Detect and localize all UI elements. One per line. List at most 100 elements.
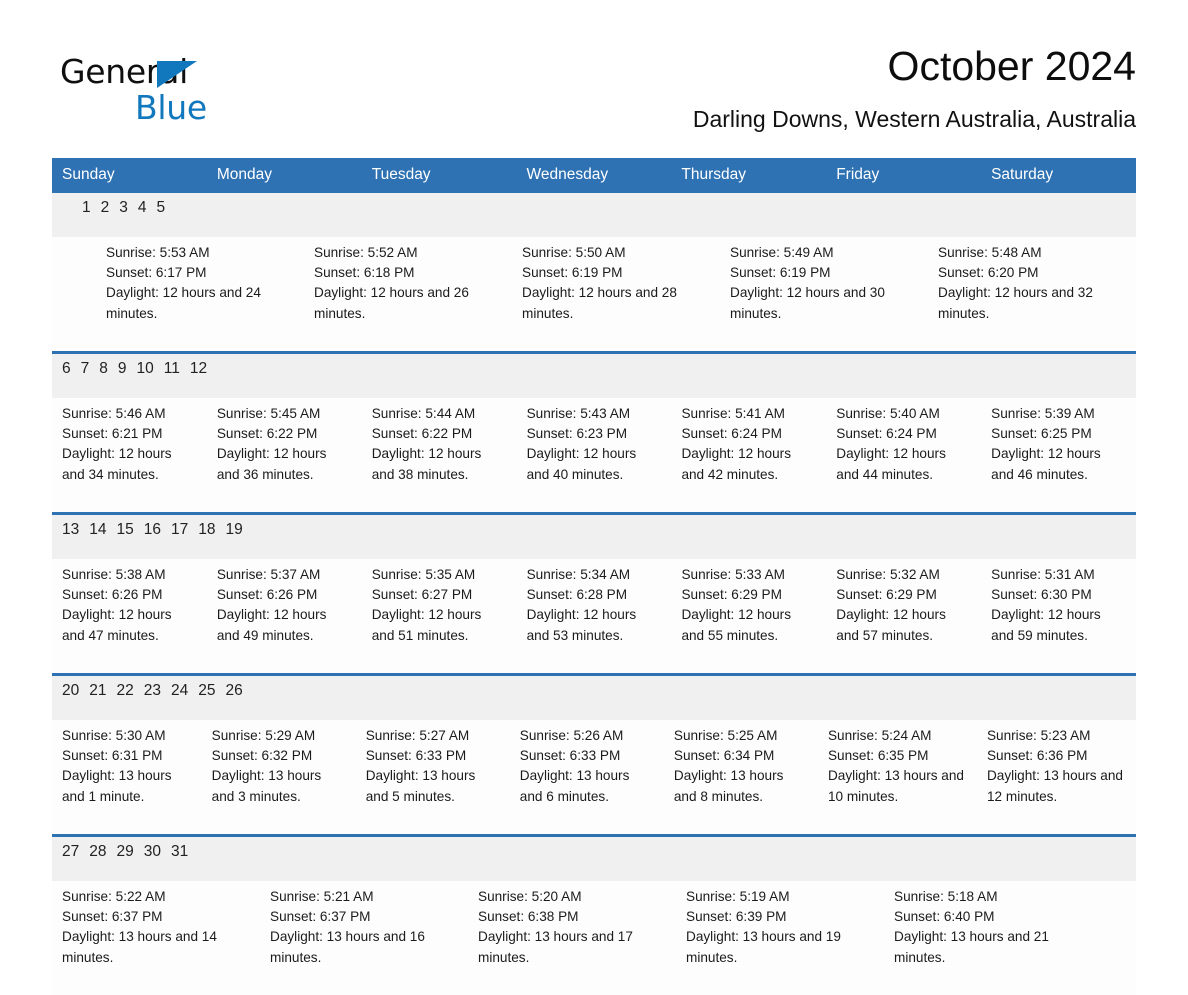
day-number[interactable]: 12: [180, 354, 207, 398]
day-number[interactable]: [62, 193, 72, 237]
sunrise-text: Sunrise: 5:26 AM: [519, 728, 624, 743]
daylight-text: Daylight: 13 hours and 5 minutes.: [365, 768, 476, 804]
day-number[interactable]: 10: [127, 354, 154, 398]
day-cell[interactable]: Sunrise: 5:37 AM Sunset: 6:26 PM Dayligh…: [207, 559, 362, 673]
day-number[interactable]: 1: [72, 193, 91, 237]
day-number[interactable]: [198, 837, 208, 881]
day-number[interactable]: 2: [91, 193, 110, 237]
daylight-text: Daylight: 12 hours and 26 minutes.: [314, 285, 469, 321]
day-number[interactable]: 8: [89, 354, 108, 398]
day-cell[interactable]: Sunrise: 5:23 AM Sunset: 6:36 PM Dayligh…: [977, 720, 1136, 834]
day-number[interactable]: 24: [161, 676, 188, 720]
day-number[interactable]: 9: [108, 354, 127, 398]
day-number[interactable]: 3: [109, 193, 128, 237]
day-cell[interactable]: Sunrise: 5:43 AM Sunset: 6:23 PM Dayligh…: [517, 398, 672, 512]
sunset-text: Sunset: 6:31 PM: [62, 748, 163, 764]
day-number[interactable]: 16: [134, 515, 161, 559]
day-cell[interactable]: Sunrise: 5:40 AM Sunset: 6:24 PM Dayligh…: [826, 398, 981, 512]
day-cell[interactable]: [52, 237, 74, 351]
day-cell[interactable]: Sunrise: 5:33 AM Sunset: 6:29 PM Dayligh…: [671, 559, 826, 673]
day-number[interactable]: 25: [188, 676, 215, 720]
day-number[interactable]: 4: [128, 193, 147, 237]
sunset-text: Sunset: 6:25 PM: [991, 426, 1092, 442]
sunset-text: Sunset: 6:24 PM: [836, 426, 937, 442]
day-number[interactable]: 18: [188, 515, 215, 559]
day-number[interactable]: 27: [52, 837, 79, 881]
day-number[interactable]: 7: [71, 354, 90, 398]
day-cell[interactable]: Sunrise: 5:19 AM Sunset: 6:39 PM Dayligh…: [676, 881, 884, 995]
day-cell[interactable]: Sunrise: 5:18 AM Sunset: 6:40 PM Dayligh…: [884, 881, 1092, 995]
day-cell[interactable]: Sunrise: 5:21 AM Sunset: 6:37 PM Dayligh…: [260, 881, 468, 995]
day-cell[interactable]: [74, 237, 96, 351]
weekday-header-monday: Monday: [206, 158, 362, 193]
day-cell[interactable]: Sunrise: 5:52 AM Sunset: 6:18 PM Dayligh…: [304, 237, 512, 351]
weekday-header-tuesday: Tuesday: [361, 158, 517, 193]
day-cell[interactable]: Sunrise: 5:50 AM Sunset: 6:19 PM Dayligh…: [512, 237, 720, 351]
day-number[interactable]: 21: [79, 676, 106, 720]
day-number[interactable]: 26: [216, 676, 243, 720]
day-cell[interactable]: Sunrise: 5:46 AM Sunset: 6:21 PM Dayligh…: [52, 398, 207, 512]
sunrise-text: Sunrise: 5:34 AM: [526, 567, 631, 582]
day-cell[interactable]: Sunrise: 5:22 AM Sunset: 6:37 PM Dayligh…: [52, 881, 260, 995]
day-cell[interactable]: Sunrise: 5:35 AM Sunset: 6:27 PM Dayligh…: [362, 559, 517, 673]
day-number-band: 13 14 15 16 17 18 19: [52, 515, 1136, 559]
weekday-header-sunday: Sunday: [52, 158, 207, 193]
day-number[interactable]: [52, 193, 62, 237]
daylight-text: Daylight: 13 hours and 12 minutes.: [986, 768, 1123, 804]
day-number[interactable]: 6: [52, 354, 71, 398]
day-cell[interactable]: Sunrise: 5:39 AM Sunset: 6:25 PM Dayligh…: [981, 398, 1136, 512]
day-cell[interactable]: Sunrise: 5:49 AM Sunset: 6:19 PM Dayligh…: [720, 237, 928, 351]
day-number[interactable]: 23: [134, 676, 161, 720]
day-number[interactable]: 22: [107, 676, 134, 720]
general-blue-logo[interactable]: General Blue: [60, 52, 260, 132]
sunset-text: Sunset: 6:33 PM: [519, 748, 621, 764]
day-cell[interactable]: Sunrise: 5:31 AM Sunset: 6:30 PM Dayligh…: [981, 559, 1136, 673]
sunrise-text: Sunrise: 5:25 AM: [673, 728, 778, 743]
day-cell[interactable]: Sunrise: 5:27 AM Sunset: 6:33 PM Dayligh…: [356, 720, 510, 834]
day-cell[interactable]: Sunrise: 5:32 AM Sunset: 6:29 PM Dayligh…: [826, 559, 981, 673]
day-number[interactable]: 15: [107, 515, 134, 559]
day-number[interactable]: 14: [79, 515, 106, 559]
day-cell[interactable]: Sunrise: 5:38 AM Sunset: 6:26 PM Dayligh…: [52, 559, 207, 673]
day-cell[interactable]: Sunrise: 5:20 AM Sunset: 6:38 PM Dayligh…: [468, 881, 676, 995]
sunset-text: Sunset: 6:33 PM: [365, 748, 467, 764]
day-cell[interactable]: Sunrise: 5:41 AM Sunset: 6:24 PM Dayligh…: [671, 398, 826, 512]
day-number[interactable]: 31: [161, 837, 188, 881]
weekday-header-thursday: Thursday: [671, 158, 827, 193]
day-number[interactable]: 20: [52, 676, 79, 720]
day-cell[interactable]: [1092, 881, 1114, 995]
day-cell[interactable]: Sunrise: 5:24 AM Sunset: 6:35 PM Dayligh…: [818, 720, 977, 834]
daylight-text: Daylight: 13 hours and 14 minutes.: [62, 929, 217, 965]
sunset-text: Sunset: 6:36 PM: [986, 748, 1088, 764]
day-number[interactable]: 19: [216, 515, 243, 559]
sunrise-text: Sunrise: 5:18 AM: [894, 889, 998, 904]
day-cell[interactable]: Sunrise: 5:25 AM Sunset: 6:34 PM Dayligh…: [664, 720, 818, 834]
sunrise-text: Sunrise: 5:48 AM: [938, 245, 1042, 260]
sunset-text: Sunset: 6:19 PM: [522, 265, 623, 281]
day-cell[interactable]: Sunrise: 5:26 AM Sunset: 6:33 PM Dayligh…: [510, 720, 664, 834]
day-number[interactable]: 5: [147, 193, 166, 237]
day-cell[interactable]: Sunrise: 5:34 AM Sunset: 6:28 PM Dayligh…: [517, 559, 672, 673]
day-cell[interactable]: Sunrise: 5:30 AM Sunset: 6:31 PM Dayligh…: [52, 720, 202, 834]
day-cell[interactable]: Sunrise: 5:53 AM Sunset: 6:17 PM Dayligh…: [96, 237, 304, 351]
sunrise-text: Sunrise: 5:41 AM: [681, 406, 785, 421]
daylight-text: Daylight: 12 hours and 28 minutes.: [522, 285, 677, 321]
day-number[interactable]: 29: [107, 837, 134, 881]
day-cell[interactable]: Sunrise: 5:48 AM Sunset: 6:20 PM Dayligh…: [928, 237, 1136, 351]
day-cell[interactable]: Sunrise: 5:44 AM Sunset: 6:22 PM Dayligh…: [362, 398, 517, 512]
day-cell[interactable]: Sunrise: 5:45 AM Sunset: 6:22 PM Dayligh…: [207, 398, 362, 512]
day-number[interactable]: 11: [154, 354, 180, 398]
day-number[interactable]: 30: [134, 837, 161, 881]
day-cell[interactable]: [1114, 881, 1136, 995]
sunrise-text: Sunrise: 5:49 AM: [730, 245, 834, 260]
weekday-header-row: Sunday Monday Tuesday Wednesday Thursday…: [52, 158, 1136, 193]
day-number[interactable]: [188, 837, 198, 881]
day-number[interactable]: 28: [79, 837, 106, 881]
sunrise-text: Sunrise: 5:46 AM: [62, 406, 166, 421]
calendar-week-row: 20 21 22 23 24 25 26 Sunrise: 5:30 AM Su…: [52, 673, 1136, 834]
day-cell[interactable]: Sunrise: 5:29 AM Sunset: 6:32 PM Dayligh…: [202, 720, 356, 834]
daylight-text: Daylight: 12 hours and 59 minutes.: [991, 607, 1101, 643]
day-number[interactable]: 17: [161, 515, 188, 559]
day-number[interactable]: 13: [52, 515, 79, 559]
daylight-text: Daylight: 13 hours and 10 minutes.: [827, 768, 964, 804]
